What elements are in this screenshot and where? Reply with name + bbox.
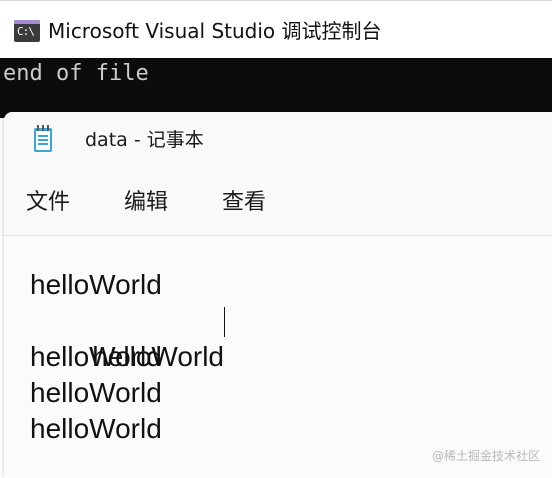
menu-file[interactable]: 文件 bbox=[24, 180, 72, 226]
notepad-window: data - 记事本 文件 编辑 查看 helloWorld helloWorl… bbox=[4, 112, 552, 478]
notepad-text-editor[interactable]: helloWorld helloWorld helloWorld helloWo… bbox=[4, 236, 552, 478]
console-output-text: end of file bbox=[3, 61, 149, 86]
editor-line: helloWorld bbox=[30, 269, 162, 300]
notepad-menubar: 文件 编辑 查看 bbox=[4, 180, 552, 226]
text-caret bbox=[224, 307, 226, 337]
menu-view[interactable]: 查看 bbox=[220, 180, 268, 226]
console-app-icon: C:\ bbox=[14, 20, 40, 42]
editor-line-with-caret: helloWorld bbox=[30, 303, 226, 372]
editor-line: helloWorld bbox=[30, 341, 162, 372]
watermark: @稀土掘金技术社区 bbox=[431, 449, 540, 463]
menu-edit[interactable]: 编辑 bbox=[122, 180, 170, 226]
console-titlebar[interactable]: C:\ Microsoft Visual Studio 调试控制台 bbox=[0, 0, 552, 58]
console-window-title: Microsoft Visual Studio 调试控制台 bbox=[48, 19, 382, 43]
editor-lines: helloWorld helloWorld helloWorld helloWo… bbox=[30, 267, 226, 447]
notepad-titlebar[interactable]: data - 记事本 bbox=[4, 112, 552, 168]
console-output-area[interactable]: end of file bbox=[0, 58, 552, 118]
notepad-window-title: data - 记事本 bbox=[85, 129, 204, 151]
editor-line: helloWorld bbox=[30, 377, 162, 408]
notepad-app-icon bbox=[34, 125, 52, 152]
editor-line: helloWorld bbox=[30, 413, 162, 444]
